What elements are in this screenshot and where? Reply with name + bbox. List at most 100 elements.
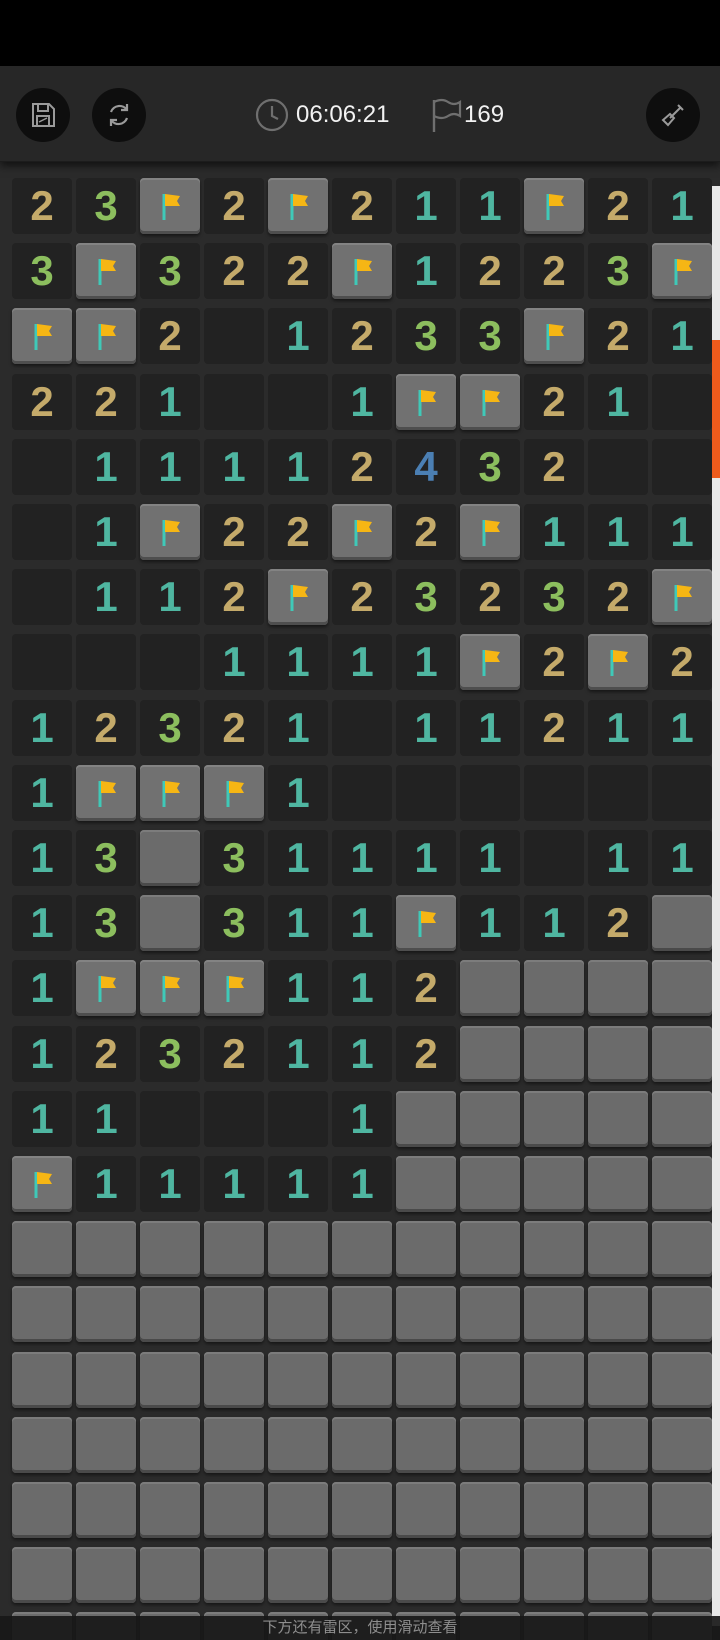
cell-covered[interactable] (396, 1482, 456, 1538)
cell-covered[interactable] (524, 1547, 584, 1603)
cell-number[interactable]: 1 (652, 504, 712, 560)
cell-flagged[interactable] (12, 308, 72, 364)
cell-number[interactable]: 1 (140, 374, 200, 430)
cell-covered[interactable] (524, 960, 584, 1016)
cell-empty[interactable] (332, 765, 392, 821)
cell-number[interactable]: 2 (12, 374, 72, 430)
cell-covered[interactable] (396, 1547, 456, 1603)
cell-covered[interactable] (652, 1547, 712, 1603)
cell-number[interactable]: 1 (332, 960, 392, 1016)
cell-flagged[interactable] (332, 243, 392, 299)
cell-covered[interactable] (140, 1482, 200, 1538)
cell-empty[interactable] (588, 439, 648, 495)
cell-covered[interactable] (140, 1221, 200, 1277)
cell-covered[interactable] (652, 1091, 712, 1147)
cell-covered[interactable] (460, 1091, 520, 1147)
cell-covered[interactable] (76, 1417, 136, 1473)
cell-empty[interactable] (652, 765, 712, 821)
cell-flagged[interactable] (460, 504, 520, 560)
cell-covered[interactable] (396, 1091, 456, 1147)
cell-empty[interactable] (204, 1091, 264, 1147)
cell-number[interactable]: 2 (140, 308, 200, 364)
cell-number[interactable]: 1 (332, 1091, 392, 1147)
cell-flagged[interactable] (204, 960, 264, 1016)
cell-covered[interactable] (652, 1286, 712, 1342)
cell-covered[interactable] (76, 1482, 136, 1538)
cell-number[interactable]: 1 (268, 1156, 328, 1212)
cell-number[interactable]: 2 (12, 178, 72, 234)
cell-empty[interactable] (652, 439, 712, 495)
cell-flagged[interactable] (524, 178, 584, 234)
cell-flagged[interactable] (396, 895, 456, 951)
cell-covered[interactable] (332, 1352, 392, 1408)
cell-number[interactable]: 1 (652, 178, 712, 234)
cell-covered[interactable] (76, 1286, 136, 1342)
cell-flagged[interactable] (268, 569, 328, 625)
cell-flagged[interactable] (588, 634, 648, 690)
cell-number[interactable]: 2 (204, 569, 264, 625)
cell-number[interactable]: 1 (588, 830, 648, 886)
cell-covered[interactable] (588, 1156, 648, 1212)
cell-empty[interactable] (524, 830, 584, 886)
cell-covered[interactable] (460, 1026, 520, 1082)
cell-number[interactable]: 3 (140, 700, 200, 756)
cell-flagged[interactable] (140, 504, 200, 560)
cell-covered[interactable] (652, 1352, 712, 1408)
cell-number[interactable]: 3 (140, 243, 200, 299)
cell-number[interactable]: 1 (140, 439, 200, 495)
cell-covered[interactable] (652, 960, 712, 1016)
cell-empty[interactable] (204, 374, 264, 430)
cell-number[interactable]: 1 (396, 178, 456, 234)
cell-empty[interactable] (396, 765, 456, 821)
cell-covered[interactable] (588, 1221, 648, 1277)
cell-empty[interactable] (268, 374, 328, 430)
dig-mode-button[interactable] (646, 88, 700, 142)
cell-number[interactable]: 3 (204, 895, 264, 951)
cell-number[interactable]: 1 (140, 569, 200, 625)
cell-number[interactable]: 2 (332, 178, 392, 234)
cell-number[interactable]: 1 (396, 243, 456, 299)
save-button[interactable] (16, 88, 70, 142)
cell-flagged[interactable] (76, 765, 136, 821)
cell-number[interactable]: 2 (396, 504, 456, 560)
cell-covered[interactable] (460, 960, 520, 1016)
cell-number[interactable]: 1 (332, 1026, 392, 1082)
cell-empty[interactable] (12, 439, 72, 495)
cell-number[interactable]: 1 (12, 1026, 72, 1082)
cell-covered[interactable] (268, 1221, 328, 1277)
cell-number[interactable]: 4 (396, 439, 456, 495)
cell-number[interactable]: 1 (12, 1091, 72, 1147)
cell-number[interactable]: 2 (460, 243, 520, 299)
cell-flagged[interactable] (460, 634, 520, 690)
cell-covered[interactable] (524, 1417, 584, 1473)
cell-covered[interactable] (140, 1417, 200, 1473)
cell-covered[interactable] (268, 1482, 328, 1538)
cell-covered[interactable] (652, 895, 712, 951)
cell-number[interactable]: 2 (524, 439, 584, 495)
cell-covered[interactable] (588, 1286, 648, 1342)
cell-number[interactable]: 3 (524, 569, 584, 625)
cell-covered[interactable] (204, 1417, 264, 1473)
cell-number[interactable]: 3 (588, 243, 648, 299)
cell-covered[interactable] (524, 1091, 584, 1147)
cell-covered[interactable] (12, 1547, 72, 1603)
cell-number[interactable]: 2 (204, 1026, 264, 1082)
cell-number[interactable]: 2 (76, 374, 136, 430)
cell-covered[interactable] (588, 1091, 648, 1147)
cell-number[interactable]: 1 (76, 439, 136, 495)
cell-number[interactable]: 2 (524, 374, 584, 430)
cell-number[interactable]: 2 (204, 243, 264, 299)
cell-covered[interactable] (268, 1286, 328, 1342)
cell-number[interactable]: 1 (652, 700, 712, 756)
cell-number[interactable]: 1 (268, 830, 328, 886)
cell-covered[interactable] (524, 1352, 584, 1408)
cell-covered[interactable] (652, 1417, 712, 1473)
cell-covered[interactable] (396, 1417, 456, 1473)
cell-covered[interactable] (204, 1221, 264, 1277)
cell-covered[interactable] (460, 1547, 520, 1603)
cell-number[interactable]: 2 (204, 178, 264, 234)
cell-covered[interactable] (460, 1352, 520, 1408)
cell-covered[interactable] (140, 895, 200, 951)
cell-flagged[interactable] (396, 374, 456, 430)
cell-number[interactable]: 1 (76, 1091, 136, 1147)
